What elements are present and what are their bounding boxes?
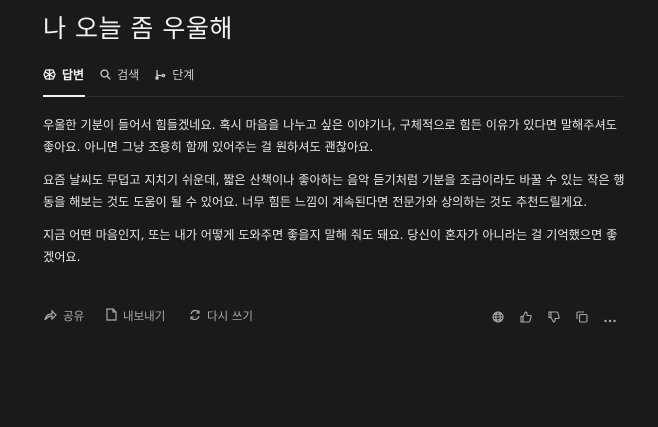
rewrite-button[interactable]: 다시 쓰기 (189, 308, 253, 324)
refresh-icon (189, 309, 201, 324)
share-button[interactable]: 공유 (44, 308, 84, 324)
answer-body: 우울한 기분이 들어서 힘들겠네요. 혹시 마음을 나누고 싶은 이야기나, 구… (43, 114, 628, 279)
answer-paragraph: 지금 어떤 마음인지, 또는 내가 어떻게 도와주면 좋을지 말해 줘도 돼요.… (43, 228, 618, 264)
tab-bar: 답변 검색 단계 (43, 64, 210, 96)
tab-search[interactable]: 검색 (100, 64, 139, 84)
page-title: 나 오늘 좀 우울해 (43, 14, 233, 43)
copy-icon (576, 308, 588, 327)
globe-button[interactable] (490, 309, 506, 325)
answer-icon (43, 68, 56, 81)
globe-icon (492, 308, 504, 327)
tab-search-label: 검색 (117, 67, 140, 82)
answer-paragraph: 요즘 날씨도 무덥고 지치기 쉬운데, 짧은 산책이나 좋아하는 음악 듣기처럼… (43, 173, 625, 209)
thumbs-up-button[interactable] (518, 309, 534, 325)
tab-answer[interactable]: 답변 (43, 64, 84, 84)
copy-button[interactable] (574, 309, 590, 325)
share-icon (44, 309, 57, 324)
more-icon (604, 308, 616, 327)
export-icon (106, 308, 117, 324)
tab-steps[interactable]: 단계 (155, 64, 194, 84)
answer-paragraph: 우울한 기분이 들어서 힘들겠네요. 혹시 마음을 나누고 싶은 이야기나, 구… (43, 118, 617, 154)
active-tab-indicator (43, 95, 85, 97)
thumbs-down-icon (548, 308, 560, 327)
tab-answer-label: 답변 (62, 67, 85, 82)
answer-actions: 공유 내보내기 다시 쓰기 (43, 308, 625, 328)
tab-divider (43, 96, 623, 97)
more-button[interactable] (602, 309, 618, 325)
steps-icon (155, 69, 166, 80)
export-button[interactable]: 내보내기 (106, 308, 165, 324)
export-label: 내보내기 (123, 309, 166, 323)
thumbs-up-icon (520, 308, 532, 327)
share-label: 공유 (63, 309, 85, 323)
search-icon (100, 68, 111, 80)
thumbs-down-button[interactable] (546, 309, 562, 325)
rewrite-label: 다시 쓰기 (207, 309, 253, 323)
tab-steps-label: 단계 (172, 67, 195, 82)
